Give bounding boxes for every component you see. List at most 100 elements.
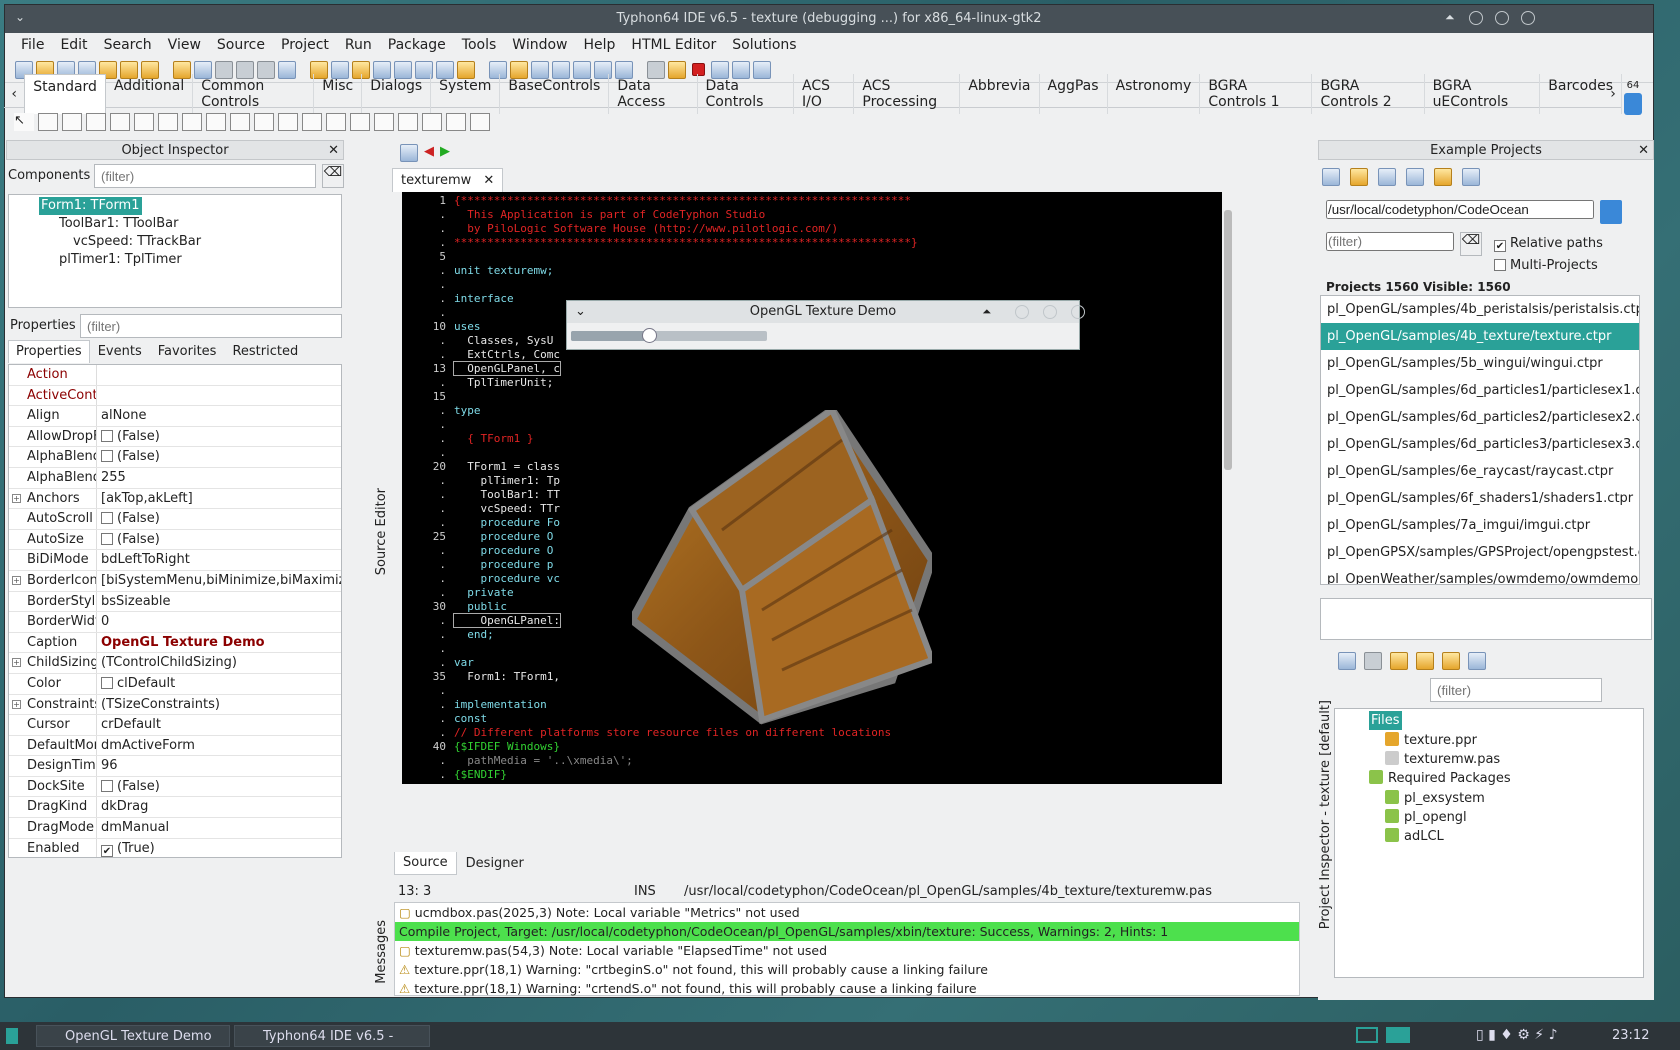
relative-paths-checkbox[interactable] xyxy=(1494,240,1506,252)
close-icon[interactable]: ✕ xyxy=(328,141,339,161)
help-icon[interactable] xyxy=(1442,652,1460,670)
close-tab-icon[interactable]: ✕ xyxy=(483,173,494,188)
menu-package[interactable]: Package xyxy=(380,37,454,53)
property-value[interactable] xyxy=(97,386,341,406)
example-project-item[interactable]: pl_OpenWeather/samples/owmdemo/owmdemo xyxy=(1321,566,1639,584)
palette-component-icon[interactable] xyxy=(158,113,178,131)
menu-edit[interactable]: Edit xyxy=(52,37,95,53)
palette-tab-aggpas[interactable]: AggPas xyxy=(1040,73,1108,114)
property-value[interactable]: [biSystemMenu,biMinimize,biMaximiz xyxy=(97,571,341,591)
example-project-item[interactable]: pl_OpenGPSX/samples/GPSProject/opengpste… xyxy=(1321,539,1639,566)
close-icon[interactable]: ✕ xyxy=(1638,141,1649,161)
palette-component-icon[interactable] xyxy=(398,113,418,131)
maximize-button[interactable] xyxy=(1495,11,1509,25)
palette-component-icon[interactable] xyxy=(110,113,130,131)
list-icon[interactable] xyxy=(1468,652,1486,670)
menu-help[interactable]: Help xyxy=(576,37,624,53)
palette-component-icon[interactable] xyxy=(86,113,106,131)
property-value[interactable]: dmManual xyxy=(97,818,341,838)
property-value[interactable]: (False) xyxy=(97,530,341,550)
palette-component-icon[interactable] xyxy=(326,113,346,131)
palette-component-icon[interactable] xyxy=(446,113,466,131)
property-value[interactable]: alNone xyxy=(97,406,341,426)
menu-tools[interactable]: Tools xyxy=(454,37,505,53)
property-value[interactable] xyxy=(97,365,341,385)
property-value[interactable]: crDefault xyxy=(97,715,341,735)
tab-properties[interactable]: Properties xyxy=(8,340,90,363)
menu-project[interactable]: Project xyxy=(273,37,337,53)
palette-tab-bgra-controls-1[interactable]: BGRA Controls 1 xyxy=(1200,73,1313,114)
palette-component-icon[interactable] xyxy=(422,113,442,131)
tab-favorites[interactable]: Favorites xyxy=(150,340,225,363)
property-value[interactable]: bsSizeable xyxy=(97,592,341,612)
palette-tab-bgra-uecontrols[interactable]: BGRA uEControls xyxy=(1425,73,1541,114)
property-value[interactable]: (False) xyxy=(97,777,341,797)
property-row[interactable]: Caption OpenGL Texture Demo xyxy=(9,632,341,654)
system-tray-icons[interactable]: ▯ ▮ ♦ ⚙ ⚡ ♪ xyxy=(1476,1027,1558,1043)
property-value[interactable]: 96 xyxy=(97,756,341,776)
example-project-item[interactable]: pl_OpenGL/samples/5b_wingui/wingui.ctpr xyxy=(1321,350,1639,377)
tree-item-form1[interactable]: Form1: TForm1 xyxy=(39,197,142,215)
task-typhon-ide[interactable]: Typhon64 IDE v6.5 - text... xyxy=(234,1025,430,1047)
tab-source[interactable]: Source xyxy=(394,852,457,875)
property-value[interactable]: [akTop,akLeft] xyxy=(97,489,341,509)
app-launcher-icon[interactable] xyxy=(6,1028,18,1044)
forward-arrow-icon[interactable]: ▶ xyxy=(440,144,450,162)
property-value[interactable]: (False) xyxy=(97,447,341,467)
build-icon[interactable] xyxy=(1350,168,1368,186)
palette-component-icon[interactable] xyxy=(278,113,298,131)
menu-view[interactable]: View xyxy=(160,37,209,53)
palette-tab-bgra-controls-2[interactable]: BGRA Controls 2 xyxy=(1312,73,1425,114)
property-row[interactable]: + BorderIcons [biSystemMenu,biMinimize,biM… xyxy=(9,570,341,592)
property-row[interactable]: + ChildSizing (TControlChildSizing) xyxy=(9,653,341,674)
property-row[interactable]: BorderWidth 0 xyxy=(9,612,341,633)
palette-left-arrow-icon[interactable]: ‹ xyxy=(4,86,24,102)
file-texture-ppr[interactable]: texture.ppr xyxy=(1385,731,1477,750)
palette-arrow-icon[interactable] xyxy=(1624,93,1642,115)
palette-tab-acs-processing[interactable]: ACS Processing xyxy=(854,73,961,114)
message-row[interactable]: ⚠ texture.ppr(18,1) Warning: "crtendS.o"… xyxy=(395,979,1299,998)
checkbox-icon[interactable] xyxy=(101,429,113,442)
close-button[interactable] xyxy=(1521,11,1535,25)
message-row[interactable]: Compile Project, Target: /usr/local/code… xyxy=(395,922,1299,941)
property-value[interactable]: (TSizeConstraints) xyxy=(97,695,341,715)
properties-filter[interactable] xyxy=(80,314,342,338)
property-row[interactable]: + Anchors [akTop,akLeft] xyxy=(9,488,341,510)
property-row[interactable]: AutoSize (False) xyxy=(9,529,341,551)
close-button[interactable] xyxy=(1071,305,1085,319)
keep-above-icon[interactable]: ⏶ xyxy=(982,301,991,323)
palette-count[interactable]: 64 xyxy=(1622,80,1644,117)
tab-texturemw[interactable]: texturemw ✕ xyxy=(392,168,504,192)
maximize-button[interactable] xyxy=(1043,305,1057,319)
example-project-item[interactable]: pl_OpenGL/samples/4b_peristalsis/perista… xyxy=(1321,296,1639,323)
task-opengl-demo[interactable]: OpenGL Texture Demo xyxy=(36,1025,230,1047)
required-packages-node[interactable]: Required Packages xyxy=(1369,769,1511,788)
property-row[interactable]: AllowDropFile (False) xyxy=(9,426,341,448)
editor-scrollbar[interactable] xyxy=(1224,210,1232,470)
property-row[interactable]: Action xyxy=(9,365,341,386)
delete-icon[interactable] xyxy=(1406,168,1424,186)
compile-icon[interactable] xyxy=(1390,652,1408,670)
workspace-active-icon[interactable] xyxy=(1386,1027,1410,1043)
property-row[interactable]: AutoScroll (False) xyxy=(9,509,341,530)
expand-icon[interactable]: + xyxy=(12,493,21,503)
property-row[interactable]: DragKind dkDrag xyxy=(9,797,341,819)
property-row[interactable]: AlphaBlend (False) xyxy=(9,447,341,468)
expand-icon[interactable]: + xyxy=(12,575,21,585)
window-menu-icon[interactable]: ⌄ xyxy=(575,301,586,323)
minimize-button[interactable] xyxy=(1469,11,1483,25)
back-arrow-icon[interactable]: ◀ xyxy=(424,144,434,162)
palette-component-icon[interactable] xyxy=(38,113,58,131)
expand-icon[interactable]: + xyxy=(12,658,21,668)
menu-file[interactable]: File xyxy=(13,37,52,53)
opengl-title-bar[interactable]: ⌄ OpenGL Texture Demo ⏶ xyxy=(567,301,1085,323)
options-icon[interactable] xyxy=(1416,652,1434,670)
clear-filter-icon[interactable]: ⌫ xyxy=(1460,232,1482,256)
tree-item-toolbar1[interactable]: ToolBar1: TToolBar xyxy=(59,215,178,233)
property-value[interactable]: OpenGL Texture Demo xyxy=(97,633,341,653)
path-field[interactable] xyxy=(1326,200,1594,219)
tab-designer[interactable]: Designer xyxy=(457,852,533,875)
open-icon[interactable] xyxy=(1378,168,1396,186)
palette-component-icon[interactable] xyxy=(302,113,322,131)
checkbox-icon[interactable] xyxy=(101,844,113,857)
